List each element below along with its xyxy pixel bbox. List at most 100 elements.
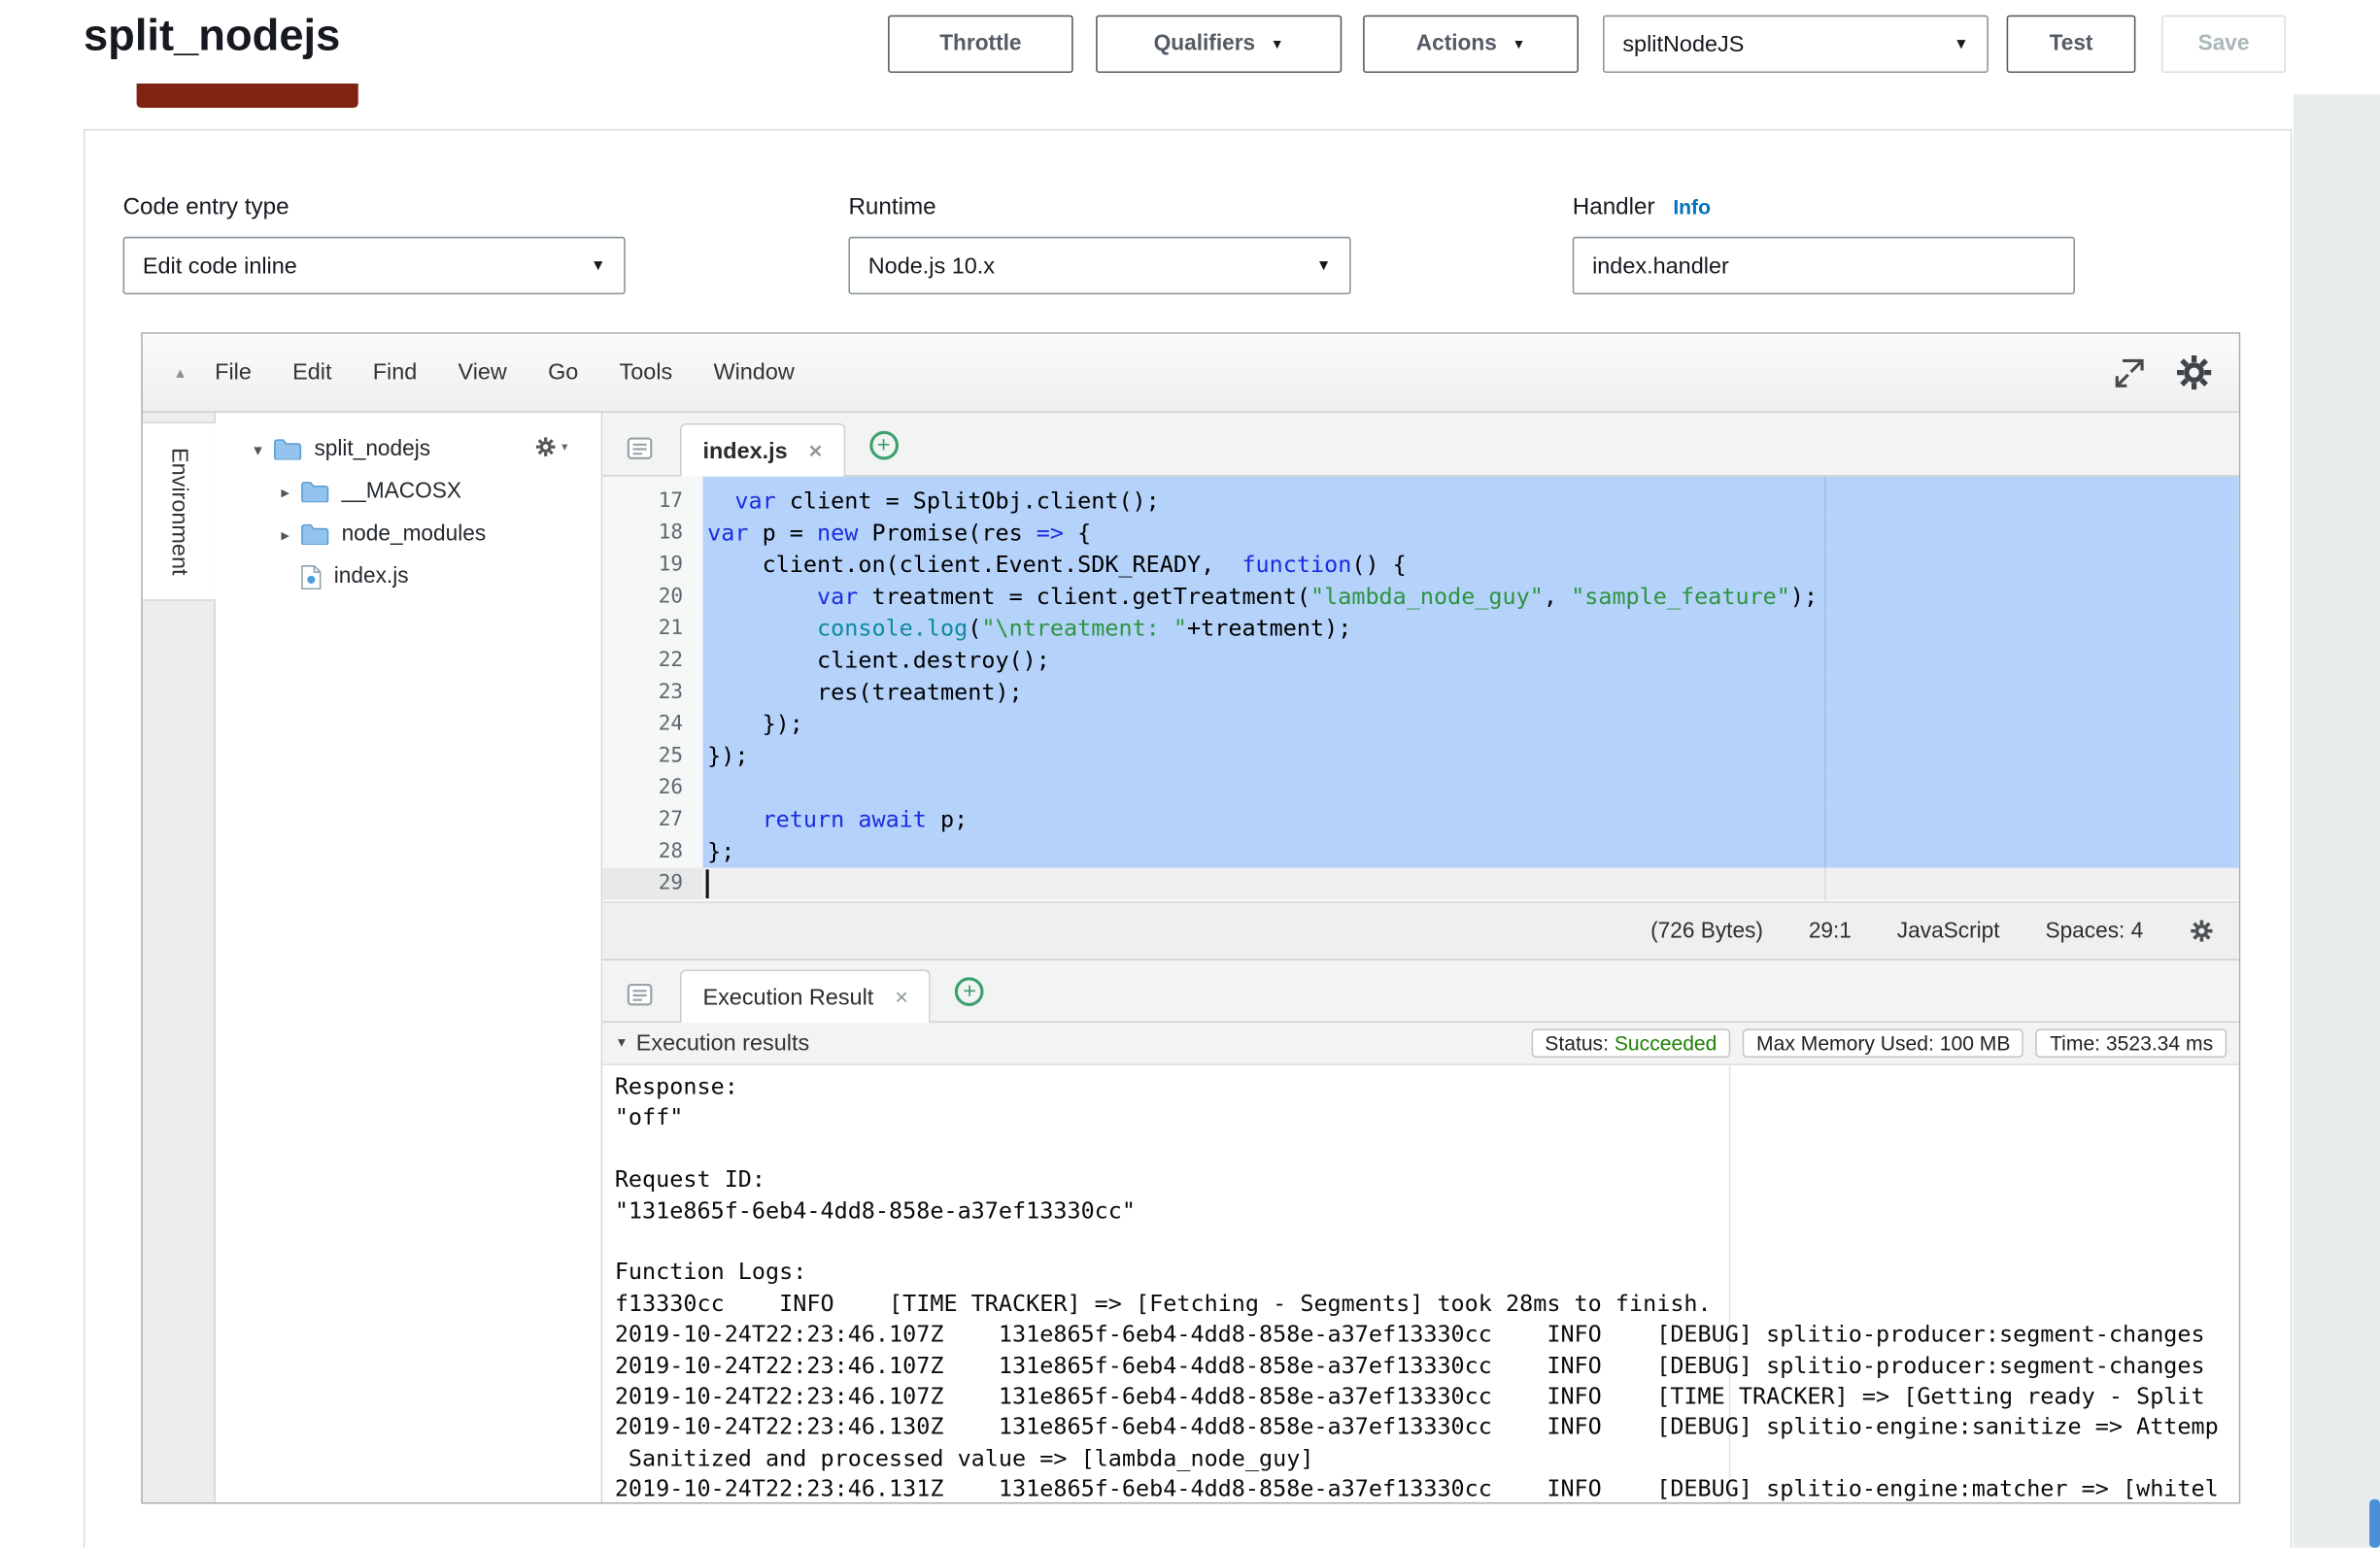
runtime-select[interactable]: Node.js 10.x ▼ <box>848 237 1350 294</box>
folder-icon <box>300 523 329 545</box>
output-line: 2019-10-24T22:23:46.107Z 131e865f-6eb4-4… <box>615 1381 2239 1412</box>
editor-statusbar: (726 Bytes) 29:1 JavaScript Spaces: 4 <box>602 901 2238 959</box>
tab-index-js-label: index.js <box>702 438 787 464</box>
tree-item-split_nodejs[interactable]: ▾split_nodejs▾ <box>216 428 601 471</box>
output-line: "131e865f-6eb4-4dd8-858e-a37ef13330cc" <box>615 1195 2239 1227</box>
pane-list-icon[interactable] <box>627 437 653 459</box>
throttle-button[interactable]: Throttle <box>888 16 1073 73</box>
menu-item-file[interactable]: File <box>215 359 252 386</box>
result-badge: Time: 3523.34 ms <box>2036 1028 2227 1058</box>
text-cursor <box>706 869 709 898</box>
tree-item-label: index.js <box>334 564 409 589</box>
menu-item-edit[interactable]: Edit <box>292 359 331 386</box>
execution-output: Response:"off"Request ID:"131e865f-6eb4-… <box>602 1065 2238 1502</box>
code-line: 26 <box>602 772 2238 804</box>
code-entry-type-select[interactable]: Edit code inline ▼ <box>123 237 626 294</box>
code-line-text: }); <box>702 741 2238 773</box>
line-number: 26 <box>602 772 702 804</box>
function-title: split_nodejs <box>84 13 340 63</box>
line-number: 21 <box>602 613 702 645</box>
handler-info-link[interactable]: Info <box>1673 196 1711 219</box>
code-line-text: }); <box>702 709 2238 741</box>
tree-settings-gear-icon[interactable]: ▾ <box>534 435 567 457</box>
print-margin-line <box>1824 477 1826 902</box>
code-line-text <box>702 868 2238 900</box>
execution-results-title[interactable]: Execution results <box>636 1030 809 1057</box>
output-line: Request ID: <box>615 1164 2239 1195</box>
tree-caret-icon[interactable]: ▸ <box>273 482 297 501</box>
tree-item-index.js[interactable]: index.js <box>216 555 601 598</box>
line-number: 29 <box>602 868 702 900</box>
result-badge: Status: Succeeded <box>1531 1028 1730 1058</box>
line-number: 22 <box>602 645 702 677</box>
code-editor[interactable]: 17 var client = SplitObj.client();18var … <box>602 477 2238 902</box>
output-line: "off" <box>615 1102 2239 1133</box>
tab-index-js[interactable]: index.js × <box>680 423 845 477</box>
file-size-status: (726 Bytes) <box>1650 919 1763 943</box>
menu-item-find[interactable]: Find <box>373 359 418 386</box>
tree-caret-icon[interactable]: ▸ <box>273 524 297 544</box>
qualifiers-button[interactable]: Qualifiers ▼ <box>1096 16 1342 73</box>
result-tabbar: Execution Result × + <box>602 959 2238 1024</box>
line-number: 19 <box>602 550 702 582</box>
collapse-menubar-icon[interactable]: ▴ <box>176 362 185 382</box>
code-line-text: client.on(client.Event.SDK_READY, functi… <box>702 550 2238 582</box>
pane-list-icon[interactable] <box>627 984 653 1006</box>
output-line: 2019-10-24T22:23:46.107Z 131e865f-6eb4-4… <box>615 1350 2239 1381</box>
handler-label-text: Handler <box>1573 194 1655 220</box>
caret-down-icon: ▼ <box>1271 37 1284 52</box>
handler-input[interactable] <box>1573 237 2075 294</box>
actions-button[interactable]: Actions ▼ <box>1363 16 1579 73</box>
collapse-results-icon[interactable]: ▾ <box>618 1035 626 1052</box>
badge-value: 100 MB <box>1940 1032 2011 1055</box>
close-tab-icon[interactable]: × <box>895 984 908 1010</box>
clipped-code-line <box>602 477 2238 486</box>
js-file-icon <box>300 563 322 589</box>
save-button[interactable]: Save <box>2161 16 2286 73</box>
editor-settings-gear-icon[interactable] <box>2174 353 2215 393</box>
badge-value: 3523.34 ms <box>2106 1032 2213 1055</box>
caret-down-icon: ▼ <box>1316 257 1331 274</box>
statusbar-gear-icon[interactable] <box>2189 918 2215 944</box>
menu-item-window[interactable]: Window <box>713 359 794 386</box>
indentation-selector[interactable]: Spaces: 4 <box>2045 919 2143 943</box>
code-line-text: res(treatment); <box>702 677 2238 709</box>
page-scrollbar-thumb[interactable] <box>2369 1499 2380 1548</box>
new-tab-icon[interactable]: + <box>955 977 984 1006</box>
code-entry-type-label: Code entry type <box>123 194 289 221</box>
menu-item-view[interactable]: View <box>458 359 506 386</box>
code-line: 17 var client = SplitObj.client(); <box>602 486 2238 518</box>
code-line-text: var treatment = client.getTreatment("lam… <box>702 581 2238 613</box>
menu-item-tools[interactable]: Tools <box>620 359 673 386</box>
code-line-text: var p = new Promise(res => { <box>702 518 2238 550</box>
fullscreen-icon[interactable] <box>2113 355 2146 388</box>
alias-select-value: splitNodeJS <box>1622 31 1744 57</box>
new-tab-icon[interactable]: + <box>869 431 899 460</box>
environment-tab[interactable]: Environment <box>143 421 216 600</box>
alias-select[interactable]: splitNodeJS ▼ <box>1603 16 1989 73</box>
code-line-text: client.destroy(); <box>702 645 2238 677</box>
test-button-label: Test <box>2050 32 2093 56</box>
lambda-console-page: split_nodejs Throttle Qualifiers ▼ Actio… <box>0 0 2380 1548</box>
code-line-text: console.log("\ntreatment: "+treatment); <box>702 613 2238 645</box>
code-line-text: return await p; <box>702 804 2238 836</box>
language-mode-selector[interactable]: JavaScript <box>1897 919 2000 943</box>
output-line: Function Logs: <box>615 1257 2239 1288</box>
tree-item-__macosx[interactable]: ▸__MACOSX <box>216 470 601 513</box>
test-button[interactable]: Test <box>2007 16 2136 73</box>
file-tree: ▾split_nodejs▾▸__MACOSX▸node_modulesinde… <box>216 413 602 1502</box>
code-panel: Code entry type Runtime HandlerInfo Edit… <box>84 129 2292 1548</box>
tab-execution-result-label: Execution Result <box>702 984 873 1010</box>
caret-down-icon: ▼ <box>591 257 605 274</box>
code-line: 18var p = new Promise(res => { <box>602 518 2238 550</box>
caret-down-icon: ▼ <box>1512 37 1525 52</box>
line-number: 20 <box>602 581 702 613</box>
tree-item-node_modules[interactable]: ▸node_modules <box>216 513 601 555</box>
actions-button-label: Actions <box>1416 32 1497 56</box>
close-tab-icon[interactable]: × <box>809 438 823 464</box>
tree-caret-icon[interactable]: ▾ <box>246 439 270 458</box>
sidebar-strip: Environment <box>143 413 216 1502</box>
qualifiers-button-label: Qualifiers <box>1154 32 1256 56</box>
tab-execution-result[interactable]: Execution Result × <box>680 969 931 1023</box>
menu-item-go[interactable]: Go <box>548 359 578 386</box>
